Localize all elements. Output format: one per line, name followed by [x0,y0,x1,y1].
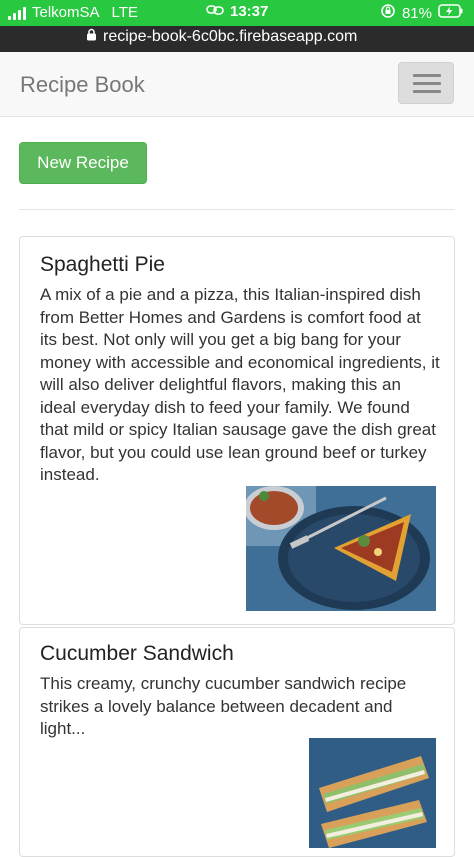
browser-url-bar[interactable]: recipe-book-6c0bc.firebaseapp.com [0,26,474,52]
clock: 13:37 [230,3,269,20]
recipe-title: Spaghetti Pie [40,253,165,276]
new-recipe-button[interactable]: New Recipe [19,142,147,184]
brand-title[interactable]: Recipe Book [20,72,145,98]
recipe-title: Cucumber Sandwich [40,642,234,665]
signal-strength-icon [8,6,26,20]
link-icon [206,3,224,20]
network-type: LTE [111,4,138,21]
recipe-description: This creamy, crunchy cucumber sandwich r… [40,674,407,738]
carrier-name: TelkomSA [32,4,100,21]
recipe-card[interactable]: Spaghetti Pie A mix of a pie and a pizza… [19,236,455,625]
battery-percent: 81% [401,4,432,22]
lock-icon [86,28,97,46]
recipe-image [246,486,436,611]
menu-toggle-button[interactable] [398,62,454,104]
battery-charging-icon [438,4,464,22]
status-bar: TelkomSA LTE 13:37 81% [0,0,474,26]
url-text[interactable]: recipe-book-6c0bc.firebaseapp.com [103,28,357,46]
divider [19,209,455,210]
recipe-card[interactable]: Cucumber Sandwich This creamy, crunchy c… [19,627,455,857]
rotation-lock-icon [380,3,396,23]
navbar: Recipe Book [0,52,474,117]
recipe-description: A mix of a pie and a pizza, this Italian… [40,285,440,484]
recipe-image [309,738,436,848]
